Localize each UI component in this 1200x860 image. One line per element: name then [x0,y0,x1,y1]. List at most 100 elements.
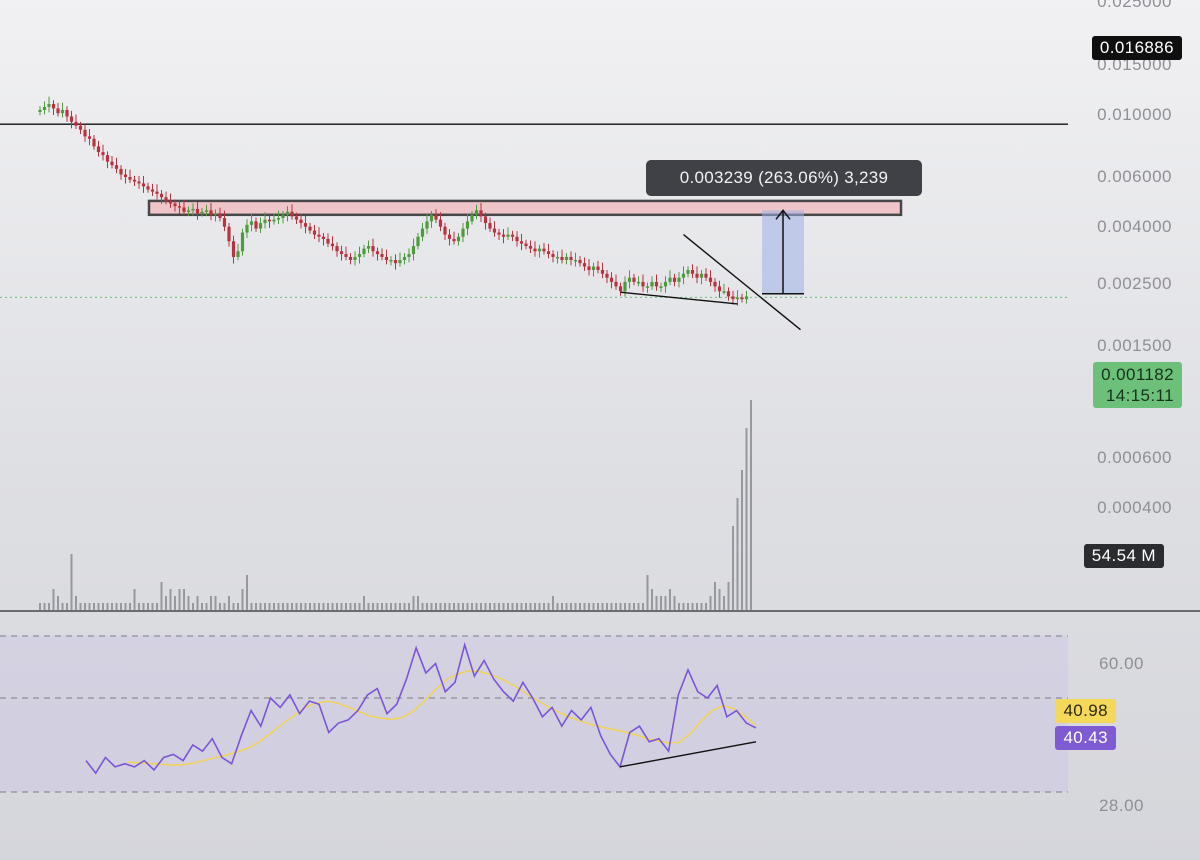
candle-body [335,246,339,252]
candle-body [290,211,294,217]
candle-body [245,224,249,233]
candle-body [141,183,146,187]
candle-body [258,223,263,229]
volume-bar [588,603,590,610]
candle-body [686,270,690,274]
volume-bar [597,603,599,610]
volume-bar [439,603,442,610]
volume-bar [241,589,244,610]
volume-bar [570,603,572,610]
volume-bar [493,603,496,610]
candle-body [483,216,488,224]
candle-body [344,254,348,257]
volume-bar [228,596,230,610]
candle-body [74,121,78,126]
candle-body [240,232,245,252]
volume-bar [624,603,626,610]
volume-bar [237,603,239,610]
candle-body [231,241,236,257]
candle-body [456,236,461,242]
volume-bar [88,603,91,610]
price-tick: 0.001500 [1097,336,1172,355]
candle-body [132,179,137,182]
candle-body [731,296,735,300]
volume-bar [682,603,685,610]
volume-bar [349,603,352,610]
candle-body [650,281,654,287]
volume-bar [412,596,415,610]
volume-bar [642,603,644,610]
candle-body [492,228,497,233]
volume-bar [507,603,509,610]
volume-bar [660,596,662,610]
volume-bar [664,596,667,610]
candle-body [393,259,398,264]
volume-bar [583,603,586,610]
candle-body [285,211,290,215]
volume-bar [331,603,334,610]
measure-tooltip: 0.003239 (263.06%) 3,239 [646,160,922,196]
candle-body [551,254,555,257]
candle-body [375,251,380,255]
candle-body [402,256,407,260]
candle-body [177,206,182,208]
candle-body [105,155,110,162]
candle-body [708,277,713,282]
chart-canvas [0,96,1200,793]
candle-body [740,297,744,300]
volume-bar [700,603,703,610]
candle-body [704,273,708,278]
candle-body [735,297,740,300]
volume-bar [655,596,658,610]
candle-body [560,256,564,260]
volume-bar [741,470,743,610]
volume-bar [43,603,46,610]
volume-bar [345,603,347,610]
volume-bar [183,589,185,610]
volume-bar [691,603,694,610]
candle-body [308,226,312,231]
volume-bar [502,603,505,610]
volume-bar [529,603,532,610]
candle-body [60,109,65,114]
candle-body [186,210,191,212]
candle-body [155,191,159,194]
volume-bar [637,603,640,610]
volume-bar [187,596,190,610]
volume-bar [745,428,748,610]
candle-body [465,221,470,229]
volume-bar [480,603,482,610]
volume-bar [273,603,275,610]
candle-body [299,219,303,224]
volume-bar [498,603,500,610]
volume-bar [610,603,613,610]
candle-body [690,270,695,274]
volume-bar [322,603,325,610]
volume-bar [471,603,473,610]
candle-body [618,286,623,292]
candle-body [182,207,186,212]
volume-bar [48,603,50,610]
candle-body [461,228,465,237]
volume-bar [264,603,266,610]
volume-bar [390,603,392,610]
candle-body [528,246,533,249]
candle-body [510,234,515,237]
candle-body [443,226,447,235]
volume-bar [246,575,248,610]
volume-bar [403,603,406,610]
rsi-tick: 60.00 [1098,654,1144,673]
bar-countdown: 14:15:11 [1105,386,1174,405]
volume-bar [718,589,721,610]
volume-bar [381,603,383,610]
volume-bar [516,603,518,610]
candle-body [371,246,375,252]
volume-bar [736,498,739,610]
price-tick: 0.000400 [1097,498,1172,517]
candle-body [164,197,168,201]
volume-bar [219,603,221,610]
candle-body [497,232,501,235]
candle-body [87,136,92,139]
candle-body [407,254,411,257]
candle-body [114,165,119,169]
